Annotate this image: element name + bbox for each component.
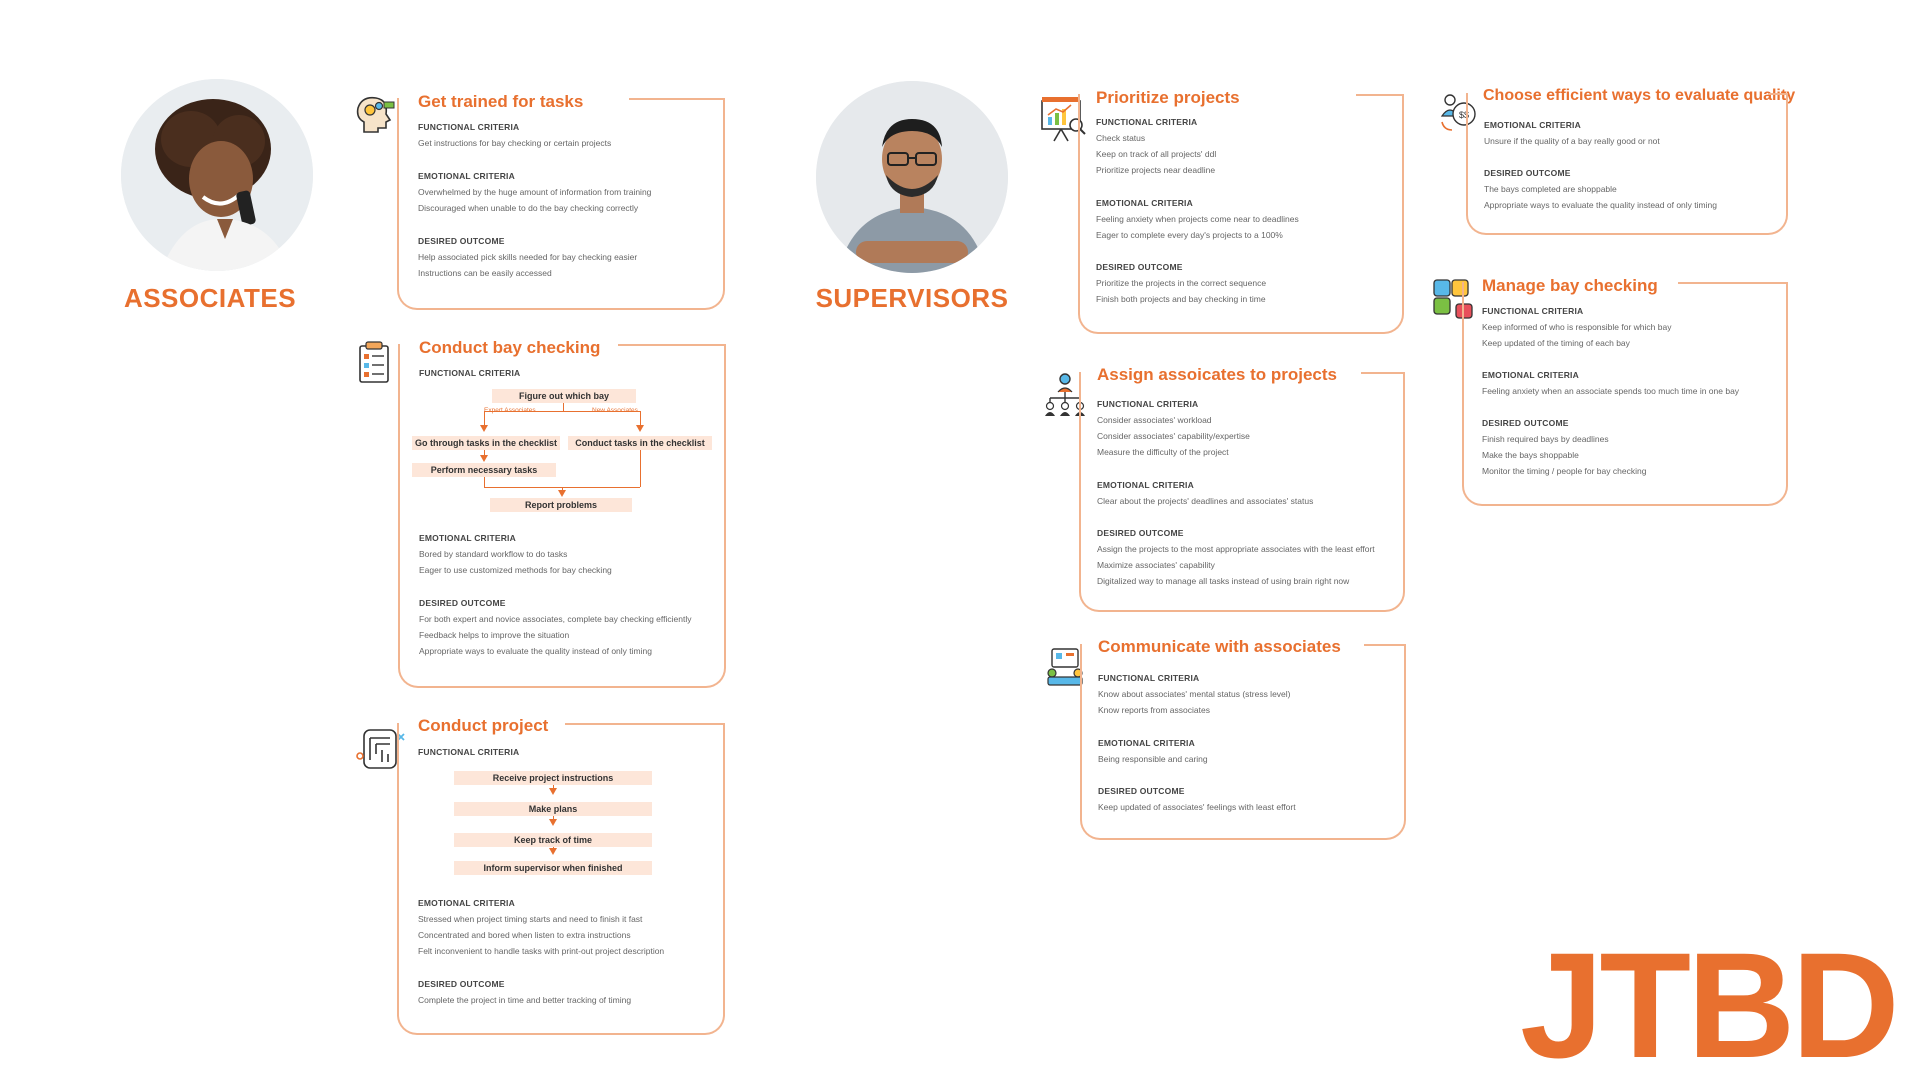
flow-step: Report problems (490, 498, 632, 512)
flow-step: Keep track of time (454, 833, 652, 847)
criteria-line: Felt inconvenient to handle tasks with p… (418, 946, 665, 956)
criteria-line: Discouraged when unable to do the bay ch… (418, 203, 639, 213)
section-heading: EMOTIONAL CRITERIA (1097, 480, 1194, 490)
flow-step: Receive project instructions (454, 771, 652, 785)
section-heading: EMOTIONAL CRITERIA (1096, 198, 1193, 208)
flow-step: Figure out which bay (492, 389, 636, 403)
criteria-line: Consider associates' capability/expertis… (1097, 431, 1250, 441)
section-heading: EMOTIONAL CRITERIA (1484, 120, 1581, 130)
associates-label: ASSOCIATES (123, 283, 297, 313)
criteria-line: Instructions can be easily accessed (418, 268, 552, 278)
criteria-line: Know about associates' mental status (st… (1098, 689, 1291, 699)
criteria-line: Finish required bays by deadlines (1482, 434, 1609, 444)
section-heading: FUNCTIONAL CRITERIA (1482, 306, 1584, 316)
criteria-line: Appropriate ways to evaluate the quality… (1484, 200, 1717, 210)
section-heading: EMOTIONAL CRITERIA (1098, 738, 1195, 748)
section-heading: FUNCTIONAL CRITERIA (1096, 117, 1198, 127)
maze-icon (356, 726, 405, 772)
flow-step: Go through tasks in the checklist (412, 436, 560, 450)
section-heading: FUNCTIONAL CRITERIA (1097, 399, 1199, 409)
section-heading: FUNCTIONAL CRITERIA (419, 368, 521, 378)
section-heading: EMOTIONAL CRITERIA (419, 533, 516, 543)
criteria-line: Digitalized way to manage all tasks inst… (1097, 576, 1350, 586)
supervisors-label: SUPERVISORS (815, 283, 1009, 313)
criteria-line: Keep updated of associates' feelings wit… (1098, 802, 1296, 812)
criteria-line: The bays completed are shoppable (1484, 184, 1617, 194)
section-heading: FUNCTIONAL CRITERIA (418, 122, 520, 132)
flow-step: Perform necessary tasks (412, 463, 556, 477)
criteria-line: Prioritize the projects in the correct s… (1096, 278, 1267, 288)
section-heading: DESIRED OUTCOME (1098, 786, 1185, 796)
criteria-line: Keep informed of who is responsible for … (1482, 322, 1672, 332)
criteria-line: Being responsible and caring (1098, 754, 1208, 764)
flow-branch-label: Expert Associates (484, 407, 536, 414)
section-heading: DESIRED OUTCOME (1482, 418, 1569, 428)
criteria-line: Assign the projects to the most appropri… (1097, 544, 1375, 554)
criteria-line: Get instructions for bay checking or cer… (418, 138, 612, 148)
criteria-line: Concentrated and bored when listen to ex… (418, 930, 631, 940)
criteria-line: Feedback helps to improve the situation (419, 630, 570, 640)
criteria-line: Help associated pick skills needed for b… (418, 252, 638, 262)
criteria-line: Prioritize projects near deadline (1096, 165, 1216, 175)
criteria-line: Measure the difficulty of the project (1097, 447, 1229, 457)
section-heading: FUNCTIONAL CRITERIA (1098, 673, 1200, 683)
criteria-line: Complete the project in time and better … (418, 995, 632, 1005)
criteria-line: Check status (1096, 133, 1146, 143)
criteria-line: Monitor the timing / people for bay chec… (1482, 466, 1647, 476)
criteria-line: Keep on track of all projects' ddl (1096, 149, 1217, 159)
jtbd-title: JTBD (1520, 921, 1900, 1089)
section-heading: DESIRED OUTCOME (1484, 168, 1571, 178)
criteria-line: Stressed when project timing starts and … (418, 914, 643, 924)
section-heading: DESIRED OUTCOME (1096, 262, 1183, 272)
flow-branch-label: New Associates (592, 407, 638, 414)
criteria-line: Feeling anxiety when an associate spends… (1482, 386, 1740, 396)
criteria-line: Bored by standard workflow to do tasks (419, 549, 568, 559)
section-heading: EMOTIONAL CRITERIA (418, 171, 515, 181)
criteria-line: Maximize associates' capability (1097, 560, 1215, 570)
section-heading: DESIRED OUTCOME (419, 598, 506, 608)
criteria-line: For both expert and novice associates, c… (419, 614, 692, 624)
criteria-line: Eager to use customized methods for bay … (419, 565, 612, 575)
checklist-icon (352, 340, 398, 386)
card-evaluate (1466, 93, 1788, 235)
section-heading: DESIRED OUTCOME (418, 236, 505, 246)
flow-step: Make plans (454, 802, 652, 816)
section-heading: DESIRED OUTCOME (1097, 528, 1184, 538)
supervisors-photo (816, 81, 1008, 273)
criteria-line: Make the bays shoppable (1482, 450, 1579, 460)
associates-photo (121, 79, 313, 271)
criteria-line: Appropriate ways to evaluate the quality… (419, 646, 652, 656)
criteria-line: Eager to complete every day's projects t… (1096, 230, 1283, 240)
head-gears-icon (350, 92, 396, 138)
section-heading: EMOTIONAL CRITERIA (418, 898, 515, 908)
flow-step: Inform supervisor when finished (454, 861, 652, 875)
section-heading: EMOTIONAL CRITERIA (1482, 370, 1579, 380)
criteria-line: Unsure if the quality of a bay really go… (1484, 136, 1660, 146)
criteria-line: Finish both projects and bay checking in… (1096, 294, 1266, 304)
flow-step: Conduct tasks in the checklist (568, 436, 712, 450)
criteria-line: Feeling anxiety when projects come near … (1096, 214, 1299, 224)
criteria-line: Keep updated of the timing of each bay (1482, 338, 1630, 348)
criteria-line: Consider associates' workload (1097, 415, 1212, 425)
criteria-line: Clear about the projects' deadlines and … (1097, 496, 1314, 506)
criteria-line: Know reports from associates (1098, 705, 1210, 715)
criteria-line: Overwhelmed by the huge amount of inform… (418, 187, 652, 197)
section-heading: FUNCTIONAL CRITERIA (418, 747, 520, 757)
section-heading: DESIRED OUTCOME (418, 979, 505, 989)
